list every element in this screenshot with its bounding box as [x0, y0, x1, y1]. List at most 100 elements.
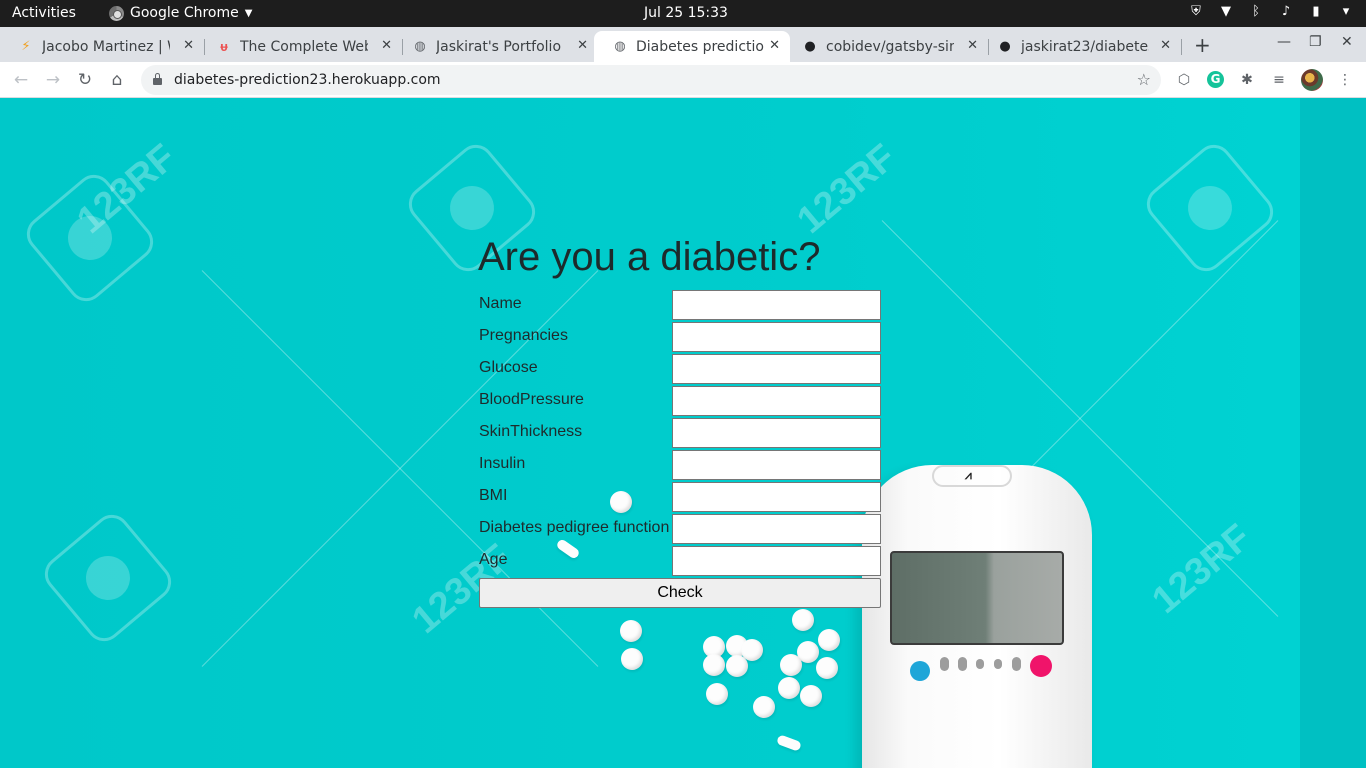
close-window-icon[interactable]: ✕ — [1341, 34, 1353, 50]
check-button[interactable]: Check — [479, 578, 881, 608]
bolt-icon: ⚡ — [21, 39, 31, 54]
bmi-input[interactable] — [672, 482, 881, 512]
caret-down-icon: ▼ — [244, 7, 253, 19]
form-row-pedigree: Diabetes pedigree function — [479, 514, 881, 546]
pill — [792, 609, 814, 631]
tab-title: jaskirat23/diabetes — [1021, 38, 1149, 55]
back-icon[interactable]: ← — [10, 69, 32, 91]
tab-jaskirat-portfolio[interactable]: ◍ Jaskirat's Portfolio ✕ — [394, 31, 598, 62]
close-tab-icon[interactable]: ✕ — [577, 38, 588, 53]
pill — [780, 654, 802, 676]
tab-jacobo[interactable]: ⚡ Jacobo Martinez | W ✕ — [0, 31, 205, 62]
github-icon: ● — [804, 39, 816, 54]
name-label: Name — [479, 295, 522, 312]
pregnancies-label: Pregnancies — [479, 327, 568, 344]
form-row-name: Name — [479, 290, 881, 322]
address-bar[interactable]: diabetes-prediction23.herokuapp.com ☆ — [141, 65, 1161, 95]
restore-icon[interactable]: ❐ — [1309, 34, 1322, 50]
tab-diabetes-prediction[interactable]: ◍ Diabetes prediction ✕ — [594, 31, 790, 62]
pill — [621, 648, 643, 670]
media-queue-icon[interactable]: ≡ — [1269, 70, 1289, 90]
grammarly-icon[interactable]: G — [1207, 71, 1224, 88]
form-row-insulin: Insulin — [479, 450, 881, 482]
new-tab-icon[interactable]: + — [1194, 33, 1211, 57]
home-icon[interactable]: ⌂ — [106, 69, 128, 91]
shield-icon: ⛨ — [1191, 4, 1201, 19]
bluetooth-icon: ᛒ — [1252, 4, 1260, 19]
extensions-puzzle-icon[interactable]: ✱ — [1237, 70, 1257, 90]
skinthickness-label: SkinThickness — [479, 423, 583, 440]
meter-dot — [940, 657, 949, 671]
clock[interactable]: Jul 25 15:33 — [644, 5, 728, 21]
bmi-label: BMI — [479, 487, 508, 504]
tab-strip: ⚡ Jacobo Martinez | W ✕ ᵾ The Complete W… — [0, 27, 1366, 62]
chrome-icon — [109, 5, 124, 21]
wifi-icon: ▼ — [1221, 4, 1231, 19]
form-row-pregnancies: Pregnancies — [479, 322, 881, 354]
meter-slot — [932, 465, 1012, 487]
insulin-label: Insulin — [479, 455, 526, 472]
tab-jaskirat-diabetes[interactable]: ● jaskirat23/diabetes ✕ — [979, 31, 1182, 62]
close-tab-icon[interactable]: ✕ — [183, 38, 194, 53]
close-tab-icon[interactable]: ✕ — [769, 38, 780, 53]
minimize-icon[interactable]: — — [1277, 34, 1291, 50]
system-tray[interactable]: ⛨ ▼ ᛒ ♪ ▮ ▾ — [1188, 4, 1354, 20]
pregnancies-input[interactable] — [672, 322, 881, 352]
pill — [726, 655, 748, 677]
tab-separator — [1181, 39, 1182, 55]
meter-dot — [976, 659, 984, 669]
pill — [703, 654, 725, 676]
name-input[interactable] — [672, 290, 881, 320]
meter-dot — [958, 657, 967, 671]
extension-cube-icon[interactable]: ⬡ — [1174, 70, 1194, 90]
pill — [800, 685, 822, 707]
tab-complete-web[interactable]: ᵾ The Complete Web ✕ — [198, 31, 403, 62]
meter-dot — [1012, 657, 1021, 671]
background-band — [1300, 98, 1366, 768]
glucose-input[interactable] — [672, 354, 881, 384]
pill — [753, 696, 775, 718]
meter-mark: ⩘ — [965, 468, 972, 482]
close-tab-icon[interactable]: ✕ — [1160, 38, 1171, 53]
tab-title: The Complete Web — [240, 38, 368, 55]
insulin-input[interactable] — [672, 450, 881, 480]
github-icon: ● — [999, 39, 1011, 54]
form-row-skinthickness: SkinThickness — [479, 418, 881, 450]
age-label: Age — [479, 551, 508, 568]
watermark-logo — [1139, 137, 1281, 279]
capsule — [776, 734, 802, 752]
pill — [706, 683, 728, 705]
meter-screen — [890, 551, 1064, 645]
url-text[interactable]: diabetes-prediction23.herokuapp.com — [174, 72, 441, 88]
reload-icon[interactable]: ↻ — [74, 69, 96, 91]
power-menu-icon: ▾ — [1342, 4, 1350, 19]
bloodpressure-label: BloodPressure — [479, 391, 584, 408]
profile-avatar[interactable] — [1301, 69, 1323, 91]
browser-toolbar: ← → ↻ ⌂ diabetes-prediction23.herokuapp.… — [0, 62, 1366, 98]
form-row-age: Age — [479, 546, 881, 578]
page-title: Are you a diabetic? — [478, 235, 821, 279]
activities-button[interactable]: Activities — [12, 5, 76, 21]
close-tab-icon[interactable]: ✕ — [381, 38, 392, 53]
tab-title: Jaskirat's Portfolio — [436, 38, 562, 55]
bookmark-star-icon[interactable]: ☆ — [1137, 70, 1151, 89]
lock-icon[interactable] — [153, 73, 162, 85]
tab-title: cobidev/gatsby-sim — [826, 38, 954, 55]
tab-title: Jacobo Martinez | W — [42, 38, 170, 55]
pill — [778, 677, 800, 699]
tab-cobidev-gatsby[interactable]: ● cobidev/gatsby-sim ✕ — [784, 31, 989, 62]
skinthickness-input[interactable] — [672, 418, 881, 448]
globe-icon: ◍ — [614, 39, 626, 54]
menu-kebab-icon[interactable]: ⋮ — [1335, 70, 1355, 90]
pill — [818, 629, 840, 651]
forward-icon[interactable]: → — [42, 69, 64, 91]
page-viewport: 123RF 123RF 123RF 123RF ⩘ Are you a diab… — [0, 98, 1366, 768]
close-tab-icon[interactable]: ✕ — [967, 38, 978, 53]
bloodpressure-input[interactable] — [672, 386, 881, 416]
watermark-text: 123RF — [1144, 516, 1259, 622]
app-menu[interactable]: Google Chrome ▼ — [109, 5, 252, 21]
pedigree-input[interactable] — [672, 514, 881, 544]
volume-icon: ♪ — [1281, 4, 1291, 19]
age-input[interactable] — [672, 546, 881, 576]
meter-button-pink — [1030, 655, 1052, 677]
